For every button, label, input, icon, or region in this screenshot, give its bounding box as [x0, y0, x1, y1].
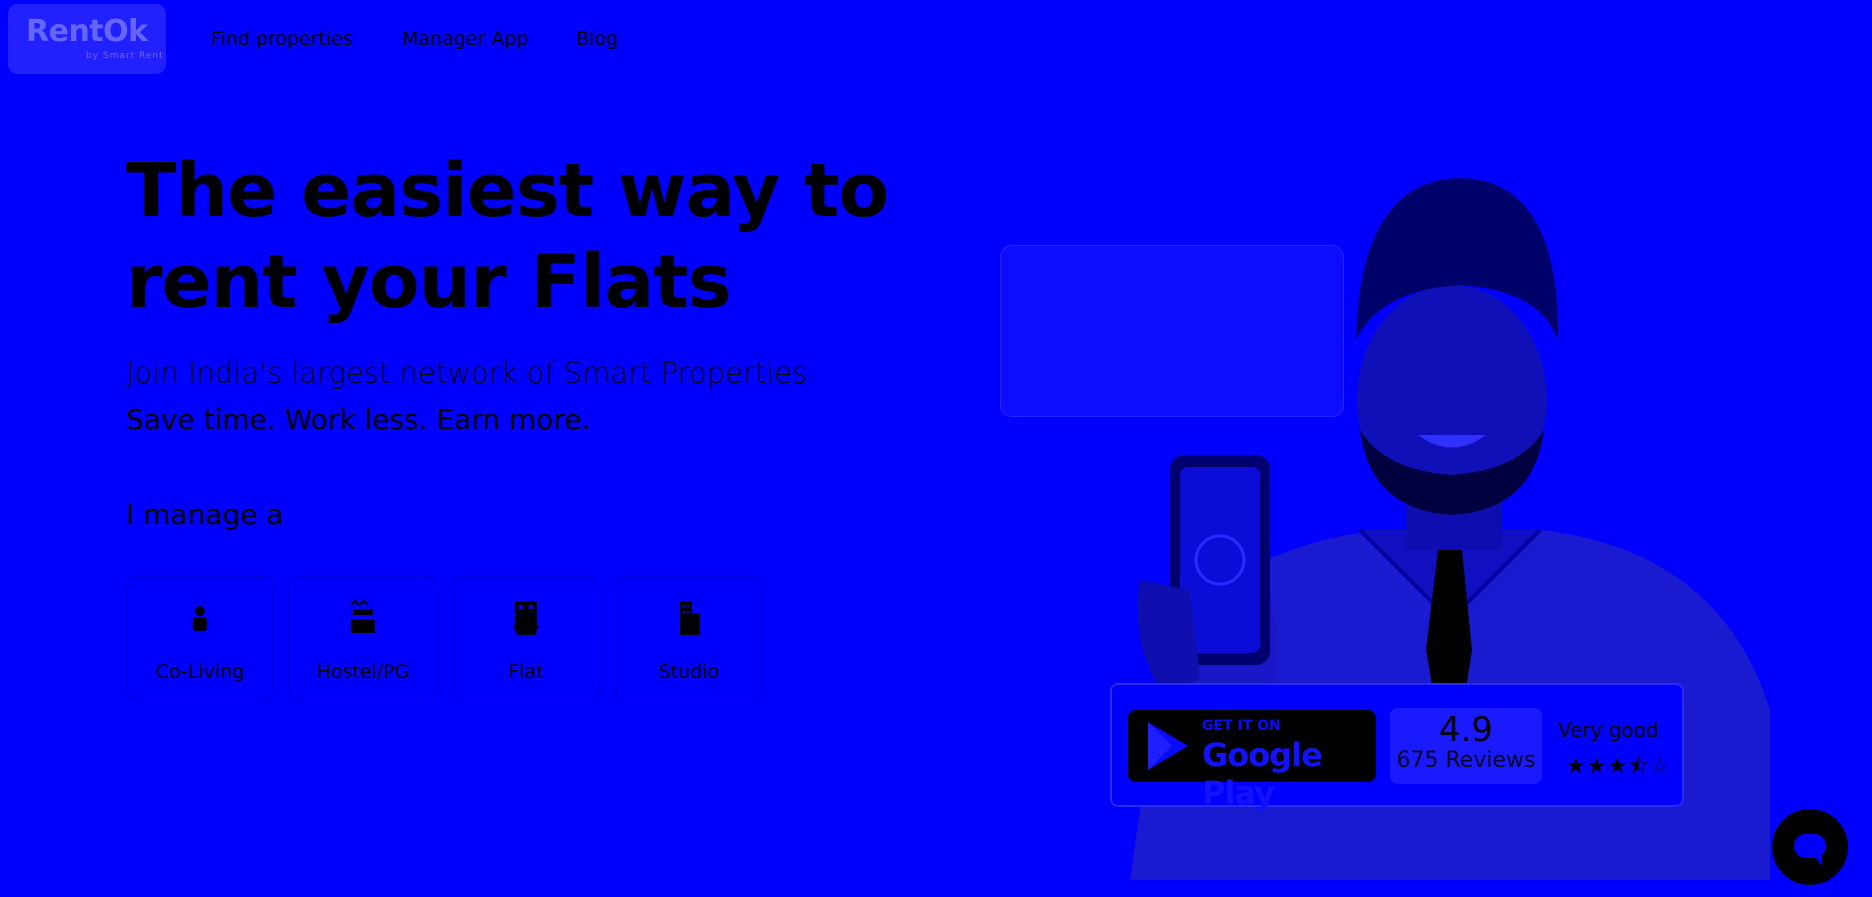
review-count: 675 Reviews [1396, 748, 1536, 773]
property-type-label: Co-Living [155, 661, 245, 683]
manage-label: I manage a [126, 498, 284, 531]
chat-button[interactable] [1772, 809, 1848, 885]
get-it-on-text: GET IT ON [1202, 718, 1281, 734]
google-play-text: Google Play [1202, 736, 1323, 812]
hero-subline: Join India's largest network of Smart Pr… [126, 356, 808, 390]
nav-link-blog[interactable]: Blog [576, 28, 618, 50]
hero-headline: The easiest way to rent your Flats [126, 148, 889, 325]
property-type-co-living[interactable]: Co-Living [126, 576, 274, 700]
nav-link-find-properties[interactable]: Find properties [211, 28, 353, 50]
property-type-label: Hostel/PG [316, 661, 410, 683]
property-type-label: Flat [508, 661, 544, 683]
hero-tagline: Save time. Work less. Earn more. [126, 403, 591, 436]
logo[interactable]: RentOk by Smart Rent [8, 4, 166, 74]
rating-verdict: Very good [1558, 718, 1659, 742]
star-rating-icon: ★★★⯪☆ [1566, 754, 1671, 779]
rating-number: 4.9 [1438, 710, 1494, 750]
chat-icon [1794, 834, 1826, 866]
rating-score-box: 4.9 675 Reviews [1390, 708, 1542, 784]
studio-icon [680, 601, 700, 635]
property-type-hostel-pg[interactable]: Hostel/PG [289, 576, 437, 700]
property-type-studio[interactable]: Studio [615, 576, 763, 700]
nav-link-manager-app[interactable]: Manager App [402, 28, 528, 50]
co-living-icon [193, 606, 207, 631]
logo-subtitle: by Smart Rent [86, 51, 164, 61]
google-play-icon [1148, 722, 1188, 770]
flat-icon [513, 601, 539, 635]
app-rating-box: GET IT ON Google Play 4.9 675 Reviews Ve… [1110, 683, 1684, 812]
property-type-flat[interactable]: Flat [452, 576, 600, 700]
hostel-icon [350, 599, 375, 633]
property-type-label: Studio [658, 661, 720, 683]
google-play-button[interactable]: GET IT ON Google Play [1128, 710, 1376, 812]
top-nav: RentOk by Smart Rent Find properties Man… [0, 0, 1872, 80]
logo-text: RentOk [26, 14, 148, 49]
